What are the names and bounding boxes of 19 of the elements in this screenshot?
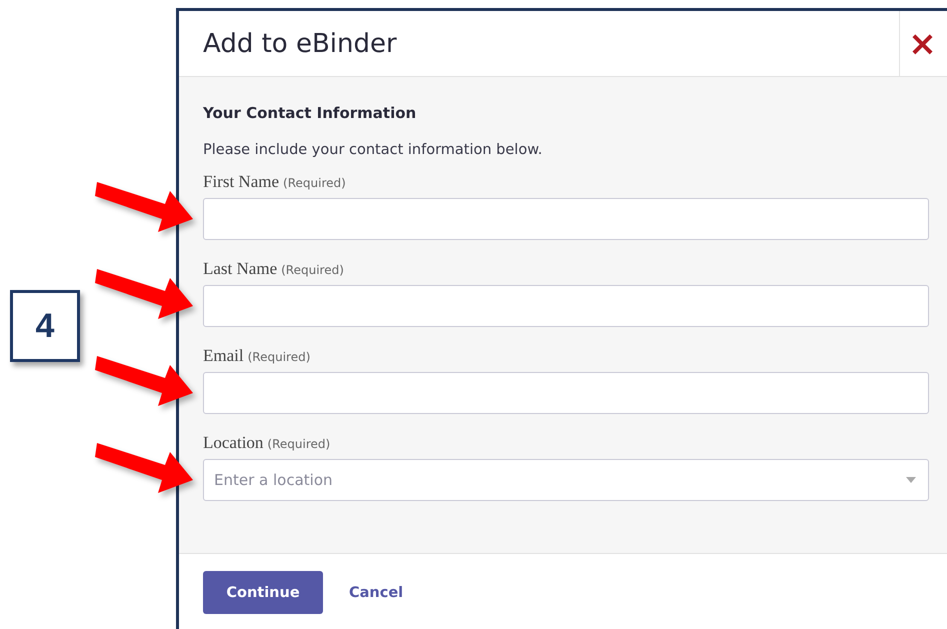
continue-button[interactable]: Continue — [203, 571, 323, 614]
text-input[interactable] — [203, 372, 929, 414]
step-number: 4 — [10, 290, 80, 362]
required-note: (Required) — [248, 350, 310, 364]
caret-icon — [906, 477, 916, 483]
text-input[interactable] — [203, 198, 929, 240]
required-note: (Required) — [267, 437, 330, 451]
intro-text: Please include your contact information below. — [203, 142, 544, 158]
text-input[interactable] — [203, 285, 929, 327]
field-label: Location — [203, 433, 264, 453]
dialog-title: Add to eBinder — [203, 28, 397, 58]
cancel-link[interactable]: Cancel — [349, 584, 404, 600]
field-label: Last Name — [203, 259, 278, 279]
required-note: (Required) — [281, 263, 344, 277]
field-label: First Name — [203, 172, 280, 192]
required-note: (Required) — [283, 176, 346, 190]
field-label: Email — [203, 346, 244, 366]
location-select[interactable]: Enter a location — [203, 459, 929, 501]
section-heading: Your Contact Information — [203, 104, 418, 122]
